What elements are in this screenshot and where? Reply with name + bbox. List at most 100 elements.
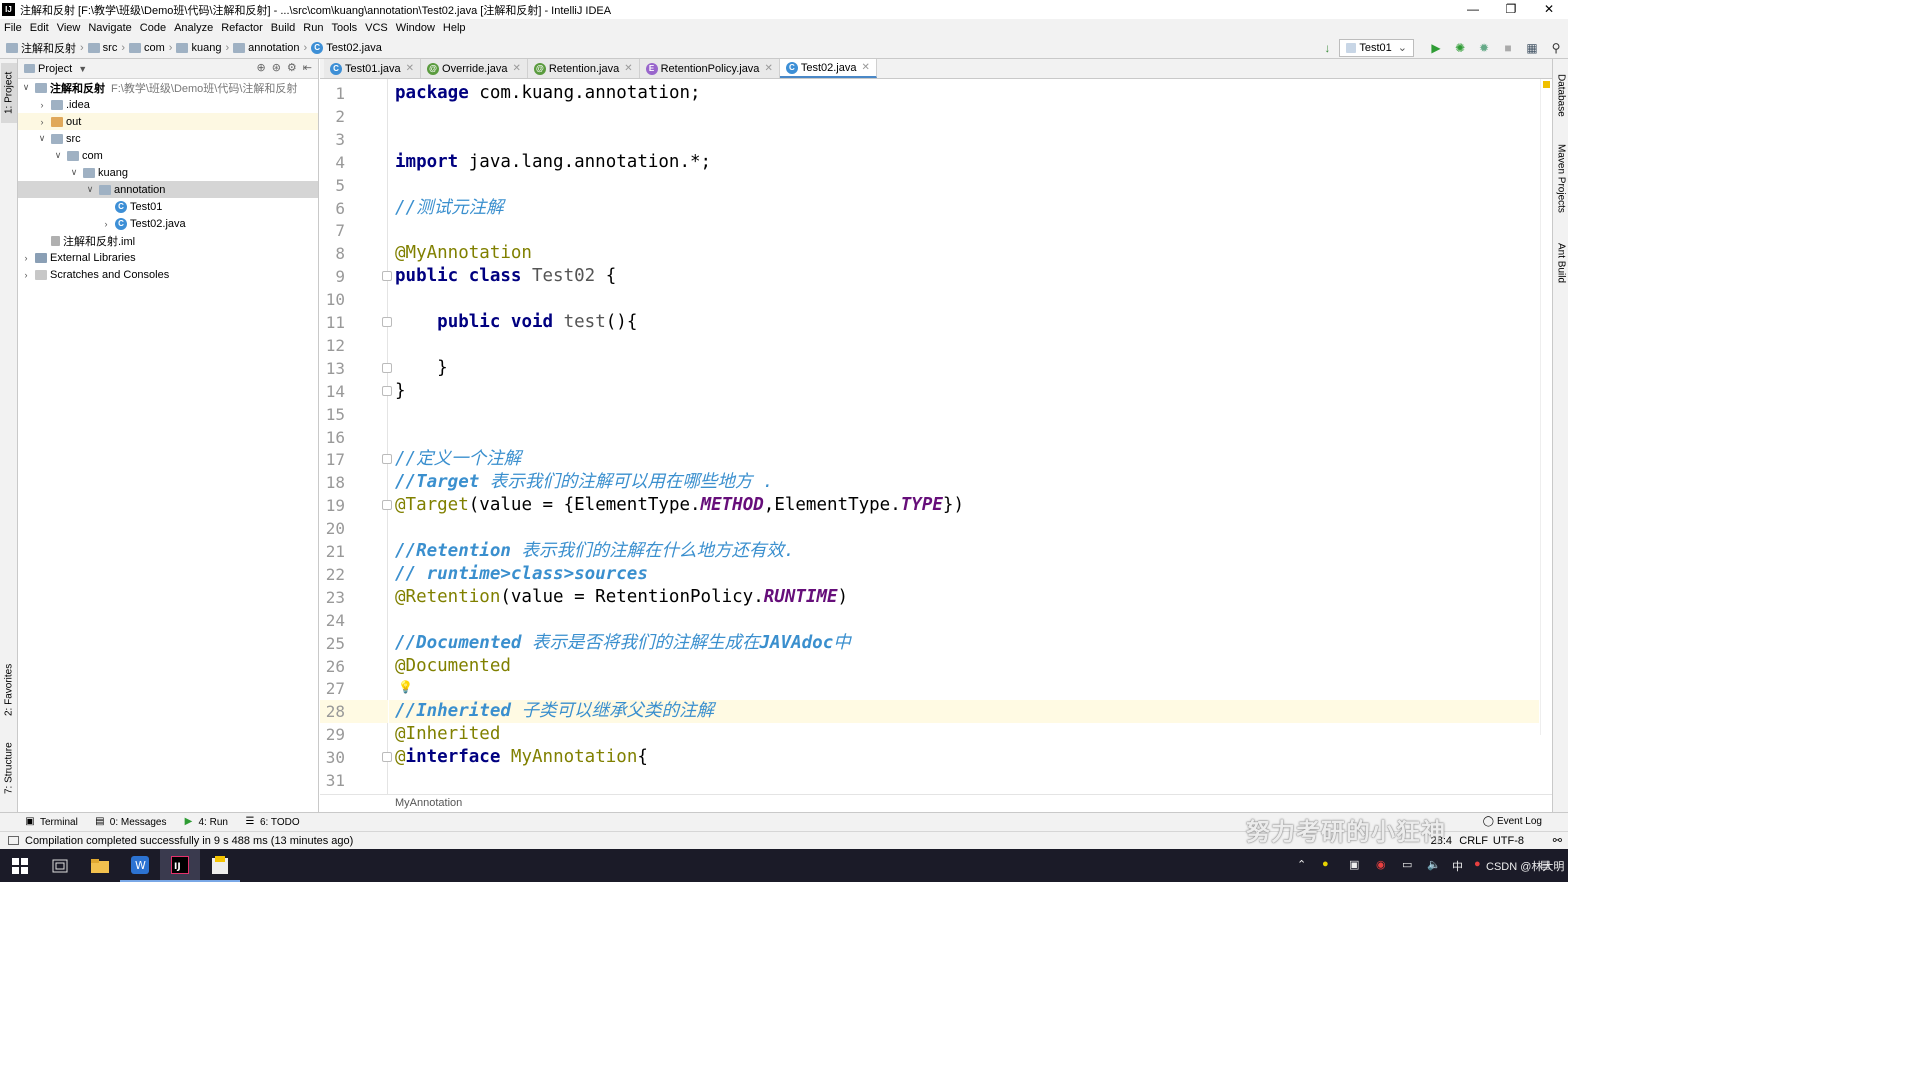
- code-line[interactable]: @Target(value = {ElementType.METHOD,Elem…: [389, 494, 1539, 517]
- input-method[interactable]: 中: [1452, 858, 1463, 874]
- tree-node[interactable]: ∨ kuang: [18, 164, 318, 181]
- line-number[interactable]: 2: [320, 105, 345, 128]
- line-number[interactable]: 8: [320, 242, 345, 265]
- code-line[interactable]: //测试元注解: [389, 197, 1539, 220]
- typora-taskbar-icon[interactable]: [200, 849, 240, 882]
- line-number[interactable]: 22: [320, 563, 345, 586]
- close-tab-icon[interactable]: ✕: [764, 63, 772, 74]
- tab-ant-build[interactable]: Ant Build: [1553, 235, 1569, 291]
- network-icon[interactable]: ▣: [1349, 858, 1359, 871]
- debug-icon[interactable]: ✺: [1452, 40, 1468, 56]
- breadcrumb-item[interactable]: 注解和反射 ›: [6, 40, 84, 56]
- tab-project[interactable]: 1: Project: [1, 63, 17, 123]
- menu-item-code[interactable]: Code: [136, 22, 170, 34]
- stop-icon[interactable]: ■: [1500, 40, 1516, 56]
- line-number[interactable]: 1: [320, 82, 345, 105]
- close-tab-icon[interactable]: ✕: [512, 63, 520, 74]
- code-line[interactable]: [389, 174, 1539, 197]
- menu-item-analyze[interactable]: Analyze: [170, 22, 217, 34]
- lock-icon[interactable]: ⚯: [1553, 834, 1562, 847]
- code-line[interactable]: }: [389, 380, 1539, 403]
- tray-app-icon[interactable]: ●: [1322, 858, 1329, 870]
- close-tab-icon[interactable]: ✕: [624, 63, 632, 74]
- tab-structure[interactable]: 7: Structure: [1, 735, 17, 801]
- warning-marker-icon[interactable]: [1543, 81, 1550, 88]
- chevron-right-icon[interactable]: ›: [20, 270, 32, 280]
- project-structure-icon[interactable]: ▦: [1524, 40, 1540, 56]
- file-explorer-icon[interactable]: [80, 849, 120, 882]
- tree-node[interactable]: › External Libraries: [18, 249, 318, 266]
- chevron-right-icon[interactable]: ›: [36, 100, 48, 110]
- file-encoding[interactable]: UTF-8: [1493, 835, 1524, 847]
- chevron-down-icon[interactable]: ∨: [20, 82, 32, 93]
- line-number[interactable]: 12: [320, 334, 345, 357]
- tree-node[interactable]: › .idea: [18, 96, 318, 113]
- line-number[interactable]: 18: [320, 471, 345, 494]
- code-line[interactable]: //Documented 表示是否将我们的注解生成在JAVAdoc中: [389, 632, 1539, 655]
- tab-override[interactable]: @ Override.java ✕: [421, 59, 528, 78]
- tree-node[interactable]: 注解和反射.iml: [18, 232, 318, 249]
- code-line[interactable]: @Inherited: [389, 723, 1539, 746]
- line-number[interactable]: 21: [320, 540, 345, 563]
- locate-icon[interactable]: ⊕: [256, 61, 265, 74]
- menu-item-file[interactable]: File: [0, 22, 26, 34]
- code-line[interactable]: [389, 769, 1539, 792]
- menu-item-help[interactable]: Help: [439, 22, 470, 34]
- tool-run[interactable]: ▶ 4: Run: [183, 817, 228, 828]
- code-line[interactable]: @Retention(value = RetentionPolicy.RUNTI…: [389, 586, 1539, 609]
- menu-item-window[interactable]: Window: [392, 22, 439, 34]
- code-line[interactable]: //定义一个注解: [389, 448, 1539, 471]
- line-number[interactable]: 28: [320, 700, 345, 723]
- restore-icon[interactable]: ❐: [1492, 0, 1530, 19]
- build-icon[interactable]: ↓: [1319, 40, 1335, 56]
- gear-icon[interactable]: ⚙: [287, 61, 297, 74]
- chevron-down-icon[interactable]: ∨: [84, 184, 96, 195]
- code-line[interactable]: @MyAnnotation: [389, 242, 1539, 265]
- tab-maven-projects[interactable]: Maven Projects: [1553, 137, 1569, 219]
- editor-breadcrumb[interactable]: MyAnnotation: [320, 794, 1552, 812]
- line-number[interactable]: 4: [320, 151, 345, 174]
- close-icon[interactable]: ✕: [1530, 0, 1568, 19]
- line-number[interactable]: 19: [320, 494, 345, 517]
- tab-favorites[interactable]: 2: Favorites: [1, 657, 17, 723]
- menu-item-tools[interactable]: Tools: [327, 22, 361, 34]
- line-number[interactable]: 15: [320, 403, 345, 426]
- tree-node[interactable]: C Test01: [18, 198, 318, 215]
- notification-icon[interactable]: ▤: [1540, 858, 1550, 871]
- line-number[interactable]: 30: [320, 746, 345, 769]
- line-number[interactable]: 20: [320, 517, 345, 540]
- tree-node[interactable]: › out: [18, 113, 318, 130]
- line-number[interactable]: 31: [320, 769, 345, 792]
- line-number[interactable]: 27: [320, 677, 345, 700]
- line-separator[interactable]: CRLF: [1459, 835, 1488, 847]
- run-config-select[interactable]: Test01 ⌄: [1339, 38, 1414, 57]
- chevron-right-icon[interactable]: ›: [20, 253, 32, 263]
- tab-test01[interactable]: C Test01.java ✕: [324, 59, 422, 78]
- chevron-down-icon[interactable]: ∨: [68, 167, 80, 178]
- tree-node[interactable]: ∨ com: [18, 147, 318, 164]
- code-line[interactable]: @Documented: [389, 655, 1539, 678]
- code-line[interactable]: [389, 677, 1539, 700]
- windows-start-icon[interactable]: [0, 849, 40, 882]
- chevron-right-icon[interactable]: ›: [100, 219, 112, 229]
- vscode-taskbar-icon[interactable]: W: [120, 849, 160, 882]
- line-number[interactable]: 9: [320, 265, 345, 288]
- tab-test02[interactable]: C Test02.java ✕: [779, 59, 877, 78]
- code-line[interactable]: package com.kuang.annotation;: [389, 82, 1539, 105]
- line-number[interactable]: 25: [320, 632, 345, 655]
- tree-node[interactable]: › C Test02.java: [18, 215, 318, 232]
- tray-record-icon[interactable]: ◉: [1376, 858, 1386, 871]
- code-line[interactable]: //Target 表示我们的注解可以用在哪些地方 .: [389, 471, 1539, 494]
- battery-icon[interactable]: ▭: [1402, 858, 1412, 871]
- menu-item-refactor[interactable]: Refactor: [217, 22, 267, 34]
- line-number[interactable]: 5: [320, 174, 345, 197]
- line-number[interactable]: 23: [320, 586, 345, 609]
- line-number[interactable]: 29: [320, 723, 345, 746]
- tool-messages[interactable]: ▤ 0: Messages: [94, 817, 166, 828]
- tab-retentionpolicy[interactable]: E RetentionPolicy.java ✕: [639, 59, 780, 78]
- line-number[interactable]: 16: [320, 426, 345, 449]
- minimize-icon[interactable]: —: [1454, 0, 1492, 19]
- code-line[interactable]: public class Test02 {: [389, 265, 1539, 288]
- breadcrumb-item[interactable]: src ›: [87, 42, 125, 54]
- line-number[interactable]: 14: [320, 380, 345, 403]
